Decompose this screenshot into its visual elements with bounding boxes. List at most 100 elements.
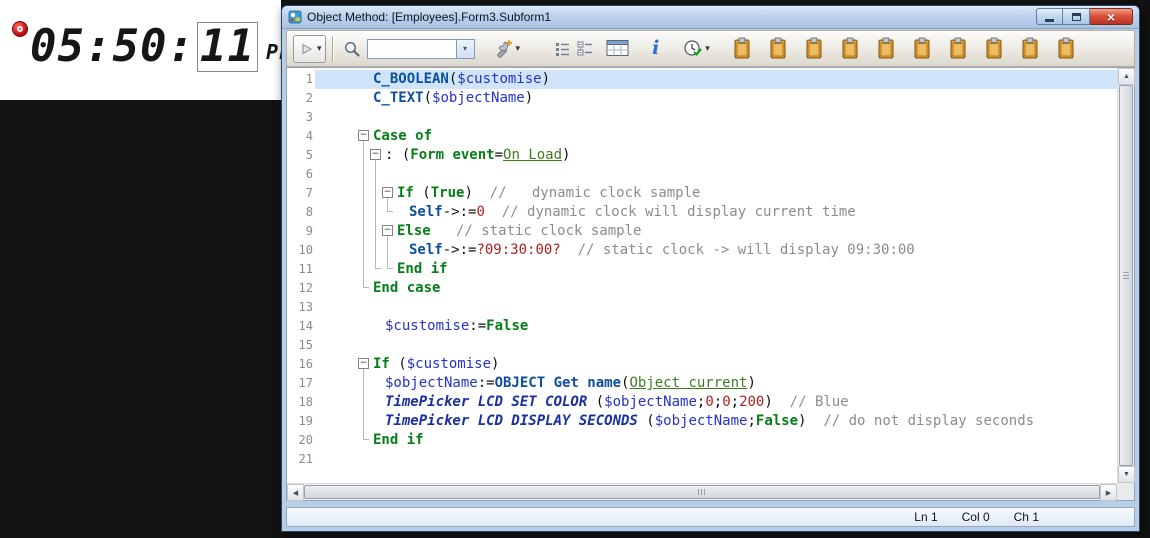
- scroll-left-button[interactable]: ◀: [287, 484, 304, 501]
- status-character: Ch 1: [1014, 510, 1039, 524]
- lcd-clock-widget[interactable]: 05:50:11 PM: [0, 0, 281, 100]
- method-tools-button[interactable]: ▾: [489, 36, 524, 62]
- clipboard-button-9[interactable]: [1017, 36, 1043, 62]
- clipboard-icon: [912, 37, 932, 60]
- code-token: ): [764, 394, 772, 410]
- code-line[interactable]: 9−Else // static clock sample: [287, 222, 1117, 241]
- method-info-button[interactable]: i: [645, 36, 666, 62]
- code-line[interactable]: 14$customise:=False: [287, 317, 1117, 336]
- code-token: ;: [714, 394, 722, 410]
- code-line[interactable]: 7−If (True) // dynamic clock sample: [287, 184, 1117, 203]
- code-token: (: [587, 394, 604, 410]
- code-token: =: [495, 147, 503, 163]
- clipboard-button-10[interactable]: [1053, 36, 1079, 62]
- fold-guide: [387, 236, 388, 269]
- status-column: Col 0: [962, 510, 990, 524]
- code-line[interactable]: 2C_TEXT($objectName): [287, 89, 1117, 108]
- fold-toggle-icon[interactable]: −: [370, 149, 381, 160]
- code-line[interactable]: 19TimePicker LCD DISPLAY SECONDS ($objec…: [287, 412, 1117, 431]
- code-token: OBJECT Get name: [495, 375, 621, 391]
- clipboard-button-2[interactable]: [765, 36, 791, 62]
- close-button[interactable]: ×: [1090, 8, 1133, 25]
- vertical-scroll-thumb[interactable]: [1119, 85, 1133, 466]
- code-token: End case: [373, 280, 440, 296]
- line-number: 6: [287, 167, 313, 181]
- search-combo-dropdown-button[interactable]: ▾: [456, 40, 474, 58]
- code-line[interactable]: 21: [287, 450, 1117, 469]
- method-properties-button[interactable]: [603, 36, 633, 62]
- code-token: Form event: [410, 147, 494, 163]
- code-line[interactable]: 5−: (Form event=On Load): [287, 146, 1117, 165]
- method-editor-window: Object Method: [Employees].Form3.Subform…: [281, 5, 1140, 532]
- fold-toggle-icon[interactable]: −: [358, 130, 369, 141]
- code-line[interactable]: 6: [287, 165, 1117, 184]
- search-input[interactable]: [368, 40, 456, 58]
- clipboard-button-1[interactable]: [729, 36, 755, 62]
- clipboard-button-3[interactable]: [801, 36, 827, 62]
- scroll-right-button[interactable]: ▶: [1100, 484, 1117, 501]
- clipboard-icon: [948, 37, 968, 60]
- collapse-all-button[interactable]: [551, 36, 574, 62]
- code-line[interactable]: 16−If ($customise): [287, 355, 1117, 374]
- code-line[interactable]: 3: [287, 108, 1117, 127]
- tools-dropdown-icon[interactable]: ▾: [516, 43, 521, 54]
- line-number: 5: [287, 148, 313, 162]
- schedule-dropdown-icon[interactable]: ▾: [705, 43, 710, 54]
- code-token: $objectName: [604, 394, 697, 410]
- method-icon: [288, 10, 302, 24]
- run-dropdown-icon[interactable]: ▾: [317, 43, 322, 54]
- fold-guide: [363, 141, 364, 288]
- line-number: 11: [287, 262, 313, 276]
- clipboard-button-7[interactable]: [945, 36, 971, 62]
- maximize-icon: [1072, 13, 1081, 21]
- code-line[interactable]: 12End case: [287, 279, 1117, 298]
- vertical-scrollbar[interactable]: ▲ ▼: [1117, 68, 1134, 483]
- code-line[interactable]: 15: [287, 336, 1117, 355]
- code-line[interactable]: 4−Case of: [287, 127, 1117, 146]
- scheduled-execution-button[interactable]: ▾: [680, 36, 713, 62]
- fold-guide: [387, 198, 388, 212]
- fold-toggle-icon[interactable]: −: [358, 358, 369, 369]
- code-token: Else: [397, 223, 431, 239]
- code-line[interactable]: 13: [287, 298, 1117, 317]
- horizontal-scroll-thumb[interactable]: [304, 485, 1100, 499]
- code-line[interactable]: 11End if: [287, 260, 1117, 279]
- code-line[interactable]: 17$objectName:=OBJECT Get name(Object cu…: [287, 374, 1117, 393]
- clipboard-button-6[interactable]: [909, 36, 935, 62]
- code-token: $objectName: [655, 413, 748, 429]
- scroll-up-button[interactable]: ▲: [1118, 68, 1135, 85]
- expand-all-button[interactable]: [574, 36, 597, 62]
- run-method-button[interactable]: ▾: [293, 35, 326, 63]
- titlebar[interactable]: Object Method: [Employees].Form3.Subform…: [282, 6, 1139, 29]
- search-icon-button[interactable]: [340, 36, 364, 62]
- code-line[interactable]: 8Self->:=0 // dynamic clock will display…: [287, 203, 1117, 222]
- horizontal-scrollbar[interactable]: ◀ ▶: [287, 483, 1117, 500]
- code-token: ?09:30:00?: [476, 242, 560, 258]
- fold-toggle-icon[interactable]: −: [382, 187, 393, 198]
- code-token: :=: [469, 318, 486, 334]
- code-token: ): [525, 90, 533, 106]
- clock-seconds[interactable]: 11: [197, 22, 258, 72]
- code-token: TimePicker LCD SET COLOR: [385, 394, 587, 410]
- fold-toggle-icon[interactable]: −: [382, 225, 393, 236]
- code-line[interactable]: 20End if: [287, 431, 1117, 450]
- code-token: (: [424, 90, 432, 106]
- clipboard-button-5[interactable]: [873, 36, 899, 62]
- code-token: // do not display seconds: [806, 413, 1034, 429]
- minimize-button[interactable]: [1036, 8, 1063, 25]
- code-token: // static clock sample: [431, 223, 642, 239]
- clipboard-button-8[interactable]: [981, 36, 1007, 62]
- code-line[interactable]: 1C_BOOLEAN($customise): [287, 70, 1117, 89]
- code-token: (: [414, 185, 431, 201]
- clipboard-button-4[interactable]: [837, 36, 863, 62]
- code-token: ;: [747, 413, 755, 429]
- line-number: 19: [287, 414, 313, 428]
- lcd-time-display: 05:50:11 PM: [30, 22, 294, 72]
- search-combobox[interactable]: ▾: [367, 39, 475, 59]
- scroll-down-button[interactable]: ▼: [1118, 466, 1135, 483]
- code-line[interactable]: 18TimePicker LCD SET COLOR ($objectName;…: [287, 393, 1117, 412]
- code-line[interactable]: 10Self->:=?09:30:00? // static clock -> …: [287, 241, 1117, 260]
- code-editor[interactable]: 1C_BOOLEAN($customise)2C_TEXT($objectNam…: [287, 68, 1117, 483]
- window-title: Object Method: [Employees].Form3.Subform…: [307, 10, 551, 24]
- maximize-button[interactable]: [1063, 8, 1090, 25]
